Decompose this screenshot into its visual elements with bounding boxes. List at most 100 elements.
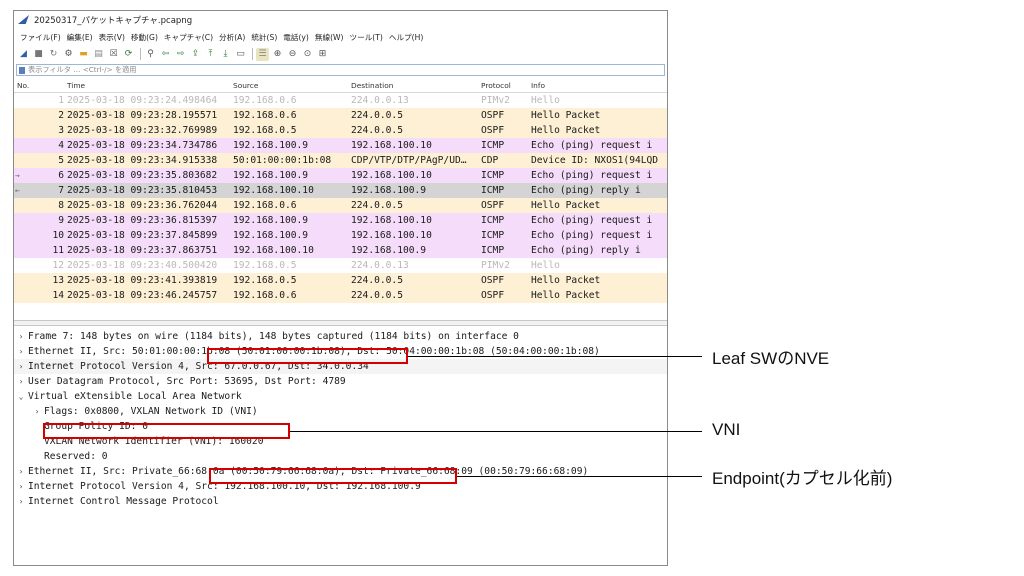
detail-tree-item[interactable]: › Flags: 0x0800, VXLAN Network ID (VNI) <box>14 404 667 419</box>
packet-row[interactable]: 3 2025-03-18 09:23:32.769989 192.168.0.5 22… <box>14 123 667 138</box>
menu-capture[interactable]: キャプチャ(C) <box>164 32 213 43</box>
detail-tree-item[interactable]: Reserved: 0 <box>14 449 667 464</box>
expanded-chevron-icon[interactable]: ⌄ <box>14 389 28 404</box>
column-protocol[interactable]: Protocol <box>481 81 511 90</box>
packet-number: 3 <box>58 125 64 136</box>
find-packet-icon[interactable]: ⚲ <box>144 48 157 61</box>
open-file-icon[interactable]: ▬ <box>77 48 90 61</box>
column-destination[interactable]: Destination <box>351 81 393 90</box>
packet-row[interactable]: 8 2025-03-18 09:23:36.762044 192.168.0.6 22… <box>14 198 667 213</box>
collapsed-chevron-icon[interactable]: › <box>14 344 28 359</box>
packet-info: Echo (ping) request i <box>531 170 653 181</box>
packet-info: Echo (ping) reply i <box>531 185 641 196</box>
packet-row[interactable]: 9 2025-03-18 09:23:36.815397 192.168.100.9… <box>14 213 667 228</box>
zoom-reset-icon[interactable]: ⊙ <box>301 48 314 61</box>
go-back-icon[interactable]: ⇦ <box>159 48 172 61</box>
start-capture-icon[interactable]: ◢ <box>17 48 30 61</box>
packet-info: Hello Packet <box>531 290 601 301</box>
menu-view[interactable]: 表示(V) <box>99 32 125 43</box>
packet-protocol: ICMP <box>481 185 505 196</box>
packet-info: Hello Packet <box>531 275 601 286</box>
menu-telephony[interactable]: 電話(y) <box>283 32 309 43</box>
menu-tools[interactable]: ツール(T) <box>350 32 383 43</box>
collapsed-chevron-icon[interactable]: › <box>30 404 44 419</box>
packet-source: 192.168.0.6 <box>233 95 297 106</box>
go-forward-icon[interactable]: ⇨ <box>174 48 187 61</box>
autoscroll-icon[interactable]: ▭ <box>234 48 247 61</box>
column-info[interactable]: Info <box>531 81 545 90</box>
menu-wireless[interactable]: 無線(W) <box>315 32 344 43</box>
packet-protocol: ICMP <box>481 230 505 241</box>
packet-protocol: ICMP <box>481 170 505 181</box>
collapsed-chevron-icon[interactable]: › <box>14 329 28 344</box>
menu-file[interactable]: ファイル(F) <box>20 32 61 43</box>
menu-go[interactable]: 移動(G) <box>131 32 158 43</box>
column-source[interactable]: Source <box>233 81 258 90</box>
restart-capture-icon[interactable]: ↻ <box>47 48 60 61</box>
packet-destination: 192.168.100.10 <box>351 140 432 151</box>
collapsed-chevron-icon[interactable]: › <box>14 464 28 479</box>
save-file-icon[interactable]: ▤ <box>92 48 105 61</box>
collapsed-chevron-icon[interactable]: › <box>14 359 28 374</box>
packet-row[interactable]: 1 2025-03-18 09:23:24.498464 192.168.0.6 22… <box>14 93 667 108</box>
collapsed-chevron-icon[interactable]: › <box>14 494 28 509</box>
detail-text: Internet Control Message Protocol <box>28 496 219 507</box>
packet-row[interactable]: → 6 2025-03-18 09:23:35.803682 192.168.100.… <box>14 168 667 183</box>
packet-destination: 192.168.100.9 <box>351 185 427 196</box>
resize-columns-icon[interactable]: ⊞ <box>316 48 329 61</box>
packet-destination: 192.168.100.9 <box>351 245 427 256</box>
go-first-icon[interactable]: ⤒ <box>204 48 217 61</box>
packet-source: 50:01:00:00:1b:08 <box>233 155 332 166</box>
collapsed-chevron-icon[interactable]: › <box>14 374 28 389</box>
packet-row[interactable]: ← 7 2025-03-18 09:23:35.810453 192.168.100.… <box>14 183 667 198</box>
colorize-icon[interactable]: ☰ <box>256 47 269 61</box>
detail-tree-item[interactable]: › User Datagram Protocol, Src Port: 53695… <box>14 374 667 389</box>
packet-number: 8 <box>58 200 64 211</box>
packet-list[interactable]: No. Time Source Destination Protocol Inf… <box>14 79 667 319</box>
collapsed-chevron-icon[interactable]: › <box>14 479 28 494</box>
zoom-out-icon[interactable]: ⊖ <box>286 48 299 61</box>
detail-tree-item[interactable]: › Internet Control Message Protocol <box>14 494 667 509</box>
packet-row[interactable]: 2 2025-03-18 09:23:28.195571 192.168.0.6 22… <box>14 108 667 123</box>
packet-row[interactable]: 11 2025-03-18 09:23:37.863751 192.168.100.… <box>14 243 667 258</box>
packet-number: 13 <box>52 275 64 286</box>
packet-number: 14 <box>52 290 64 301</box>
detail-tree-item[interactable]: › Frame 7: 148 bytes on wire (1184 bits),… <box>14 329 667 344</box>
packet-row[interactable]: 10 2025-03-18 09:23:37.845899 192.168.100.… <box>14 228 667 243</box>
packet-time: 2025-03-18 09:23:41.393819 <box>67 275 218 286</box>
packet-row[interactable]: 12 2025-03-18 09:23:40.500420 192.168.0.5 2… <box>14 258 667 273</box>
callout-line-nve <box>408 356 702 357</box>
go-to-packet-icon[interactable]: ⇪ <box>189 48 202 61</box>
packet-time: 2025-03-18 09:23:40.500420 <box>67 260 218 271</box>
packet-number: 6 <box>58 170 64 181</box>
column-no[interactable]: No. <box>17 81 29 90</box>
close-file-icon[interactable]: ☒ <box>107 48 120 61</box>
menu-edit[interactable]: 編集(E) <box>67 32 93 43</box>
detail-tree-item[interactable]: ⌄ Virtual eXtensible Local Area Network <box>14 389 667 404</box>
capture-options-icon[interactable]: ⚙ <box>62 48 75 61</box>
zoom-in-icon[interactable]: ⊕ <box>271 48 284 61</box>
packet-info: Device ID: NXOS1(94LQD <box>531 155 659 166</box>
packet-destination: 192.168.100.10 <box>351 170 432 181</box>
packet-row[interactable]: 13 2025-03-18 09:23:41.393819 192.168.0.5 2… <box>14 273 667 288</box>
packet-time: 2025-03-18 09:23:24.498464 <box>67 95 218 106</box>
display-filter-input[interactable]: 表示フィルタ … <Ctrl-/> を適用 <box>16 64 665 76</box>
window-title: 20250317_パケットキャプチャ.pcapng <box>34 15 193 26</box>
column-time[interactable]: Time <box>67 81 85 90</box>
packet-row[interactable]: 4 2025-03-18 09:23:34.734786 192.168.100.9… <box>14 138 667 153</box>
packet-destination: 224.0.0.5 <box>351 110 403 121</box>
menu-statistics[interactable]: 統計(S) <box>251 32 277 43</box>
callout-label-vni: VNI <box>712 420 741 439</box>
menu-help[interactable]: ヘルプ(H) <box>389 32 423 43</box>
stop-capture-icon[interactable]: ■ <box>32 48 45 61</box>
reload-file-icon[interactable]: ⟳ <box>122 48 135 61</box>
packet-row[interactable]: 5 2025-03-18 09:23:34.915338 50:01:00:00:1… <box>14 153 667 168</box>
packet-time: 2025-03-18 09:23:35.803682 <box>67 170 218 181</box>
packet-destination: 224.0.0.5 <box>351 290 403 301</box>
bookmark-icon[interactable] <box>19 66 25 74</box>
packet-row[interactable]: 14 2025-03-18 09:23:46.245757 192.168.0.6 2… <box>14 288 667 303</box>
go-last-icon[interactable]: ⤓ <box>219 48 232 61</box>
menu-analyze[interactable]: 分析(A) <box>219 32 245 43</box>
packet-time: 2025-03-18 09:23:34.915338 <box>67 155 218 166</box>
packet-number: 9 <box>58 215 64 226</box>
